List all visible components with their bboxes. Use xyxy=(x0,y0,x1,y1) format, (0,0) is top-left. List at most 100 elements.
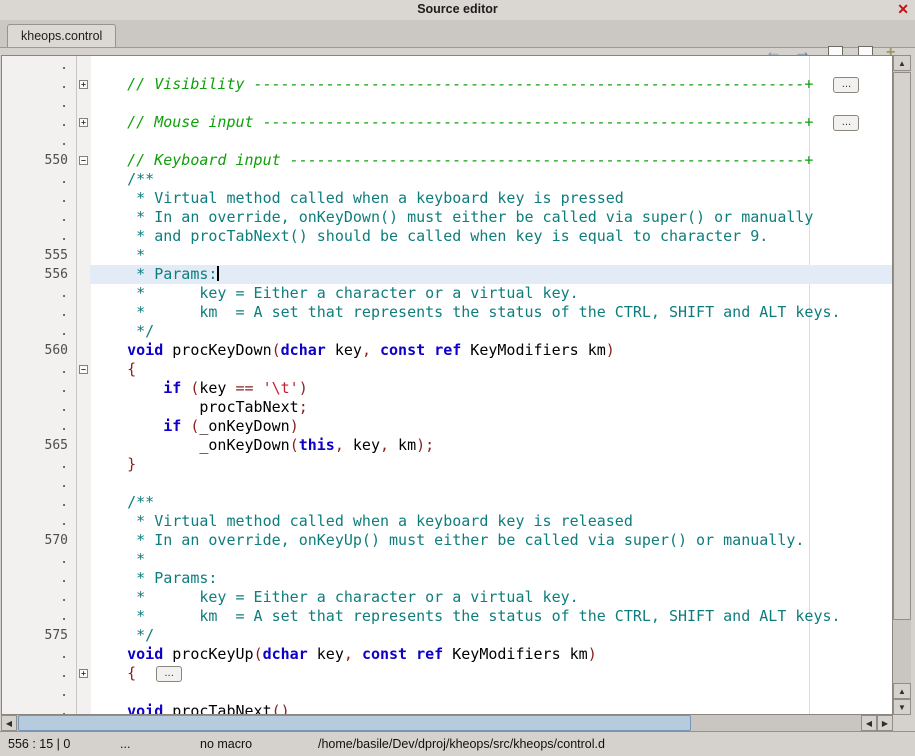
fold-marker[interactable]: − xyxy=(79,365,88,374)
code-text: * key = Either a character or a virtual … xyxy=(91,588,579,607)
line-number: . xyxy=(2,379,68,398)
code-line[interactable]: . xyxy=(2,474,892,493)
code-text: * and procTabNext() should be called whe… xyxy=(91,227,768,246)
window-titlebar[interactable]: Source editor ✕ xyxy=(0,0,915,21)
line-number: . xyxy=(2,227,68,246)
code-text: procTabNext; xyxy=(91,398,308,417)
code-text: void procKeyUp(dchar key, const ref KeyM… xyxy=(91,645,597,664)
code-text: * Params: xyxy=(91,265,219,284)
line-number: . xyxy=(2,702,68,715)
vertical-scrollbar-thumb[interactable] xyxy=(893,72,911,620)
scroll-left-icon[interactable]: ◀ xyxy=(861,715,877,731)
code-line[interactable]: . } xyxy=(2,455,892,474)
fold-marker[interactable]: + xyxy=(79,80,88,89)
line-number: 556 xyxy=(2,265,68,284)
code-line[interactable]: . xyxy=(2,94,892,113)
code-line[interactable]: .+ // Visibility -----------------------… xyxy=(2,75,892,94)
vertical-scrollbar[interactable]: ▲ ▲ ▼ xyxy=(893,55,911,715)
code-line[interactable]: . /** xyxy=(2,493,892,512)
line-number: . xyxy=(2,550,68,569)
code-text: void procKeyDown(dchar key, const ref Ke… xyxy=(91,341,615,360)
code-line[interactable]: 556 * Params: xyxy=(2,265,892,284)
code-text: */ xyxy=(91,322,154,341)
code-line[interactable]: . * km = A set that represents the statu… xyxy=(2,303,892,322)
code-line[interactable]: . * Params: xyxy=(2,569,892,588)
code-line[interactable]: 565 _onKeyDown(this, key, km); xyxy=(2,436,892,455)
code-line[interactable]: 570 * In an override, onKeyUp() must eit… xyxy=(2,531,892,550)
code-text: // Mouse input -------------------------… xyxy=(91,113,859,132)
code-line[interactable]: . * xyxy=(2,550,892,569)
fold-marker[interactable]: + xyxy=(79,669,88,678)
line-number: 565 xyxy=(2,436,68,455)
horizontal-scrollbar[interactable]: ◀ ◀ ▶ xyxy=(1,715,893,731)
line-number: . xyxy=(2,113,68,132)
code-line[interactable]: . if (key == '\t') xyxy=(2,379,892,398)
code-line[interactable]: . */ xyxy=(2,322,892,341)
scroll-left-icon[interactable]: ◀ xyxy=(1,715,17,731)
code-text: * km = A set that represents the status … xyxy=(91,607,841,626)
code-text: void procTabNext() xyxy=(91,702,290,715)
fold-ellipsis-button[interactable]: ... xyxy=(156,666,182,682)
fold-marker[interactable]: + xyxy=(79,118,88,127)
code-line[interactable]: . xyxy=(2,56,892,75)
code-line[interactable]: . void procTabNext() xyxy=(2,702,892,715)
code-line[interactable]: . /** xyxy=(2,170,892,189)
line-number: . xyxy=(2,645,68,664)
code-line[interactable]: . * Virtual method called when a keyboar… xyxy=(2,512,892,531)
code-text: /** xyxy=(91,493,154,512)
fold-ellipsis-button[interactable]: ... xyxy=(833,115,859,131)
code-line[interactable]: 550− // Keyboard input -----------------… xyxy=(2,151,892,170)
code-line[interactable]: . xyxy=(2,132,892,151)
code-line[interactable]: . * km = A set that represents the statu… xyxy=(2,607,892,626)
line-number: 575 xyxy=(2,626,68,645)
code-line[interactable]: . * key = Either a character or a virtua… xyxy=(2,588,892,607)
scroll-right-icon[interactable]: ▶ xyxy=(877,715,893,731)
scroll-up-icon[interactable]: ▲ xyxy=(893,55,911,71)
macro-status: no macro xyxy=(200,737,252,751)
fold-ellipsis-button[interactable]: ... xyxy=(833,77,859,93)
code-line[interactable]: 560 void procKeyDown(dchar key, const re… xyxy=(2,341,892,360)
code-line[interactable]: 555 * xyxy=(2,246,892,265)
fold-marker[interactable]: − xyxy=(79,156,88,165)
code-line[interactable]: . void procKeyUp(dchar key, const ref Ke… xyxy=(2,645,892,664)
line-number: . xyxy=(2,683,68,702)
code-text: /** xyxy=(91,170,154,189)
line-number: . xyxy=(2,56,68,75)
code-line[interactable]: . * Virtual method called when a keyboar… xyxy=(2,189,892,208)
code-text: // Visibility --------------------------… xyxy=(91,75,859,94)
code-line[interactable]: 575 */ xyxy=(2,626,892,645)
code-line[interactable]: . + // Mouse input ----------------------… xyxy=(2,113,892,132)
status-ellipsis: ... xyxy=(120,737,130,751)
tab-kheops-control[interactable]: kheops.control xyxy=(7,24,116,47)
code-text: // Keyboard input ----------------------… xyxy=(91,151,813,170)
scroll-down-icon[interactable]: ▼ xyxy=(893,699,911,715)
tab-bar: kheops.control ← → + xyxy=(0,20,915,48)
line-number: . xyxy=(2,569,68,588)
code-text: * Virtual method called when a keyboard … xyxy=(91,189,624,208)
code-line[interactable]: . * and procTabNext() should be called w… xyxy=(2,227,892,246)
file-path: /home/basile/Dev/dproj/kheops/src/kheops… xyxy=(318,737,605,751)
code-editor[interactable]: ..+ // Visibility ----------------------… xyxy=(1,55,893,715)
code-line[interactable]: . if (_onKeyDown) xyxy=(2,417,892,436)
code-line[interactable]: . procTabNext; xyxy=(2,398,892,417)
code-line[interactable]: . xyxy=(2,683,892,702)
code-text: * In an override, onKeyDown() must eithe… xyxy=(91,208,813,227)
line-number: . xyxy=(2,417,68,436)
code-line[interactable]: . * In an override, onKeyDown() must eit… xyxy=(2,208,892,227)
tab-label: kheops.control xyxy=(21,29,102,43)
code-line[interactable]: .+ {... xyxy=(2,664,892,683)
code-text: if (_onKeyDown) xyxy=(91,417,299,436)
scroll-up-icon[interactable]: ▲ xyxy=(893,683,911,699)
line-number: . xyxy=(2,607,68,626)
code-text: { xyxy=(91,360,136,379)
editor-lines: ..+ // Visibility ----------------------… xyxy=(2,56,892,714)
code-line[interactable]: .− { xyxy=(2,360,892,379)
horizontal-scrollbar-thumb[interactable] xyxy=(18,715,691,731)
line-number: . xyxy=(2,94,68,113)
code-text: if (key == '\t') xyxy=(91,379,308,398)
line-number: . xyxy=(2,474,68,493)
line-number: . xyxy=(2,132,68,151)
close-icon[interactable]: ✕ xyxy=(897,1,909,18)
line-number: . xyxy=(2,398,68,417)
code-line[interactable]: . * key = Either a character or a virtua… xyxy=(2,284,892,303)
